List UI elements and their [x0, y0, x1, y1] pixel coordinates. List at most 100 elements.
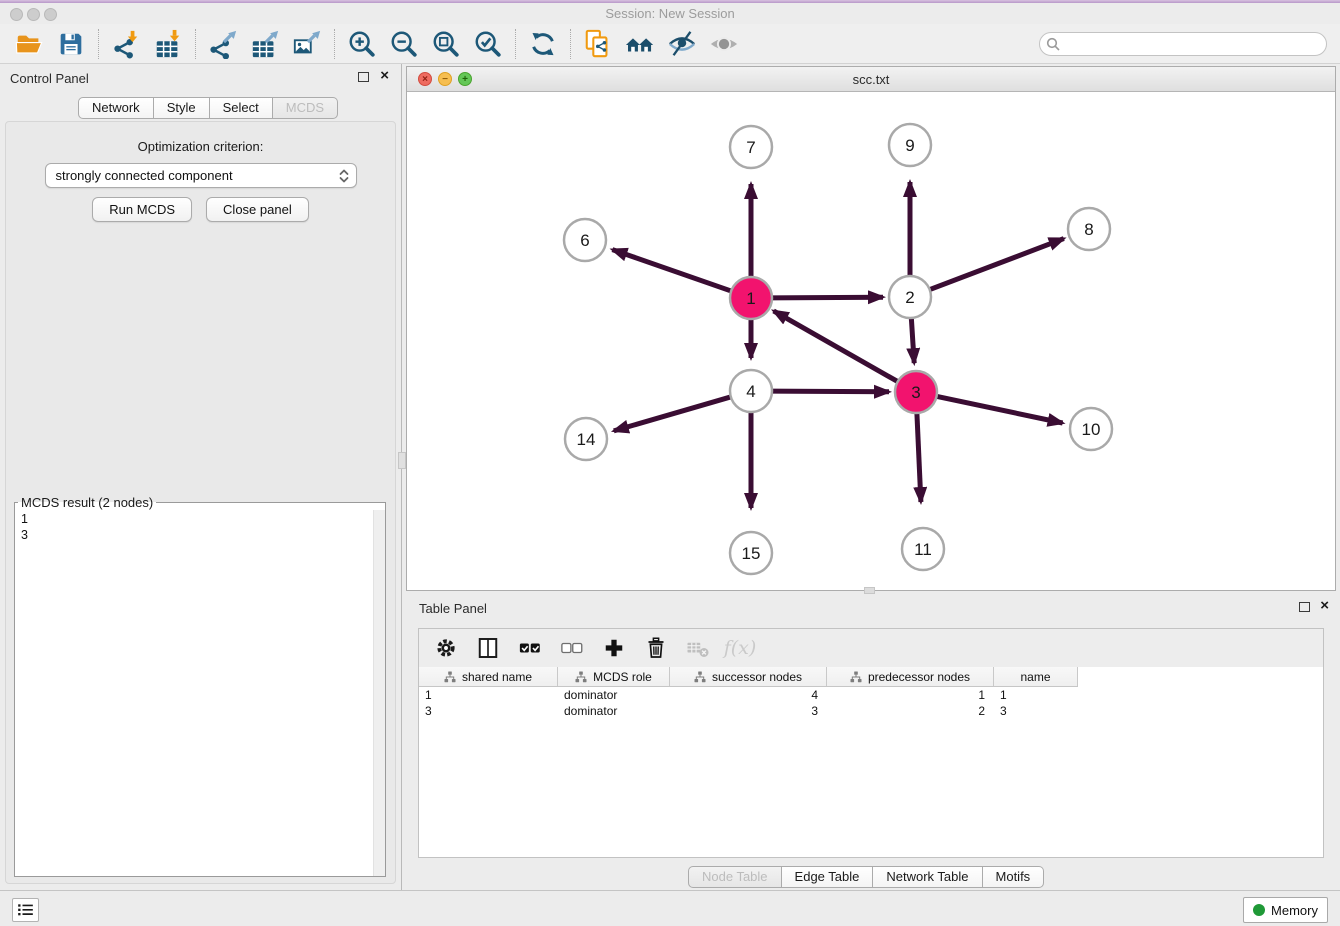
- import-network-button[interactable]: [105, 26, 147, 62]
- mcds-result-lines: 13: [15, 510, 373, 876]
- tab-node-table[interactable]: Node Table: [688, 866, 782, 888]
- close-panel-button[interactable]: Close panel: [206, 197, 309, 222]
- horizontal-splitter-grip[interactable]: [864, 587, 875, 594]
- zoom-selected-button[interactable]: [467, 26, 509, 62]
- graph-node-14[interactable]: 14: [565, 418, 607, 460]
- column-header-shared-name[interactable]: shared name: [419, 667, 558, 686]
- graph-node-1[interactable]: 1: [730, 277, 772, 319]
- graph-node-6[interactable]: 6: [564, 219, 606, 261]
- zoom-fit-button[interactable]: [425, 26, 467, 62]
- edge-2-to-3[interactable]: [911, 316, 914, 363]
- node-label: 2: [905, 288, 914, 307]
- show-panels-button[interactable]: [703, 26, 745, 62]
- edge-4-to-3[interactable]: [770, 391, 889, 392]
- node-label: 1: [746, 289, 755, 308]
- apply-layout-button[interactable]: [522, 26, 564, 62]
- table-header-row: shared name MCDS rolesuccessor nodesprede…: [419, 667, 1078, 687]
- mcds-result-box: MCDS result (2 nodes) 13: [14, 495, 386, 877]
- eye-slash-icon: [667, 29, 697, 59]
- zoom-out-icon: [389, 29, 419, 59]
- tab-mcds[interactable]: MCDS: [273, 97, 338, 119]
- show-home-button[interactable]: [619, 26, 661, 62]
- tab-edge-table[interactable]: Edge Table: [782, 866, 874, 888]
- result-line: 1: [21, 511, 367, 527]
- graph-node-3[interactable]: 3: [895, 371, 937, 413]
- column-header-label: name: [1020, 670, 1050, 684]
- graph-node-8[interactable]: 8: [1068, 208, 1110, 250]
- show-columns-button[interactable]: [473, 633, 503, 663]
- criterion-select[interactable]: strongly connected component: [45, 163, 357, 188]
- delete-table-button[interactable]: [683, 633, 713, 663]
- open-session-button[interactable]: [8, 26, 50, 62]
- function-builder-button[interactable]: f(x): [725, 633, 755, 663]
- trash-icon: [644, 636, 668, 660]
- folder-open-icon: [14, 29, 44, 59]
- edge-4-to-14[interactable]: [614, 396, 733, 431]
- graph-node-7[interactable]: 7: [730, 126, 772, 168]
- column-header-label: shared name: [462, 670, 532, 684]
- eye-icon: [709, 29, 739, 59]
- run-mcds-button[interactable]: Run MCDS: [92, 197, 192, 222]
- float-window-icon[interactable]: [1299, 602, 1310, 612]
- import-table-button[interactable]: [147, 26, 189, 62]
- edge-2-to-8[interactable]: [928, 239, 1064, 291]
- node-table-container: f(x) shared name MCDS rolesuccessor nodes…: [418, 628, 1324, 858]
- control-panel-tabs: NetworkStyleSelectMCDS: [78, 97, 338, 119]
- graph-node-2[interactable]: 2: [889, 276, 931, 318]
- column-header-predecessor-nodes[interactable]: predecessor nodes: [827, 667, 994, 686]
- edge-3-to-1[interactable]: [774, 311, 900, 383]
- export-table-button[interactable]: [244, 26, 286, 62]
- node-label: 6: [580, 231, 589, 250]
- table-delete-icon: [686, 636, 710, 660]
- hide-panels-button[interactable]: [661, 26, 703, 62]
- edge-1-to-2[interactable]: [770, 297, 883, 298]
- toolbar-separator: [570, 29, 571, 59]
- column-header-mcds-role[interactable]: MCDS role: [558, 667, 670, 686]
- tab-motifs[interactable]: Motifs: [983, 866, 1045, 888]
- column-header-name[interactable]: name: [994, 667, 1078, 686]
- edge-1-to-6[interactable]: [612, 250, 733, 292]
- close-icon[interactable]: ×: [1320, 597, 1329, 614]
- tab-select[interactable]: Select: [210, 97, 273, 119]
- graph-node-4[interactable]: 4: [730, 370, 772, 412]
- zoom-out-button[interactable]: [383, 26, 425, 62]
- clone-network-button[interactable]: [577, 26, 619, 62]
- zoom-in-button[interactable]: [341, 26, 383, 62]
- mcds-panel: Optimization criterion: strongly connect…: [5, 121, 396, 884]
- export-network-button[interactable]: [202, 26, 244, 62]
- graph-node-15[interactable]: 15: [730, 532, 772, 574]
- table-row[interactable]: 1dominator411: [419, 687, 1323, 703]
- graph-node-10[interactable]: 10: [1070, 408, 1112, 450]
- graph-node-11[interactable]: 11: [902, 528, 944, 570]
- unselect-all-columns-button[interactable]: [557, 633, 587, 663]
- zoom-fit-icon: [431, 29, 461, 59]
- memory-button[interactable]: Memory: [1243, 897, 1328, 923]
- table-toolbar: f(x): [419, 629, 1323, 667]
- search-input[interactable]: [1039, 32, 1327, 56]
- edge-3-to-10[interactable]: [935, 396, 1063, 423]
- table-settings-button[interactable]: [431, 633, 461, 663]
- table-panel: Table Panel × f(x) shared nameMCDS roles…: [405, 595, 1340, 890]
- close-icon[interactable]: ×: [380, 67, 389, 84]
- float-window-icon[interactable]: [358, 72, 369, 82]
- export-image-button[interactable]: [286, 26, 328, 62]
- gear-icon: [434, 636, 458, 660]
- create-column-button[interactable]: [599, 633, 629, 663]
- tab-network[interactable]: Network: [78, 97, 154, 119]
- tab-style[interactable]: Style: [154, 97, 210, 119]
- node-label: 3: [911, 383, 920, 402]
- edge-3-to-11[interactable]: [917, 411, 921, 502]
- task-history-button[interactable]: [12, 898, 39, 922]
- save-session-button[interactable]: [50, 26, 92, 62]
- network-window-titlebar[interactable]: × − + scc.txt: [407, 67, 1335, 92]
- graph-node-9[interactable]: 9: [889, 124, 931, 166]
- table-row[interactable]: 3dominator323: [419, 703, 1323, 719]
- result-scrollbar[interactable]: [373, 510, 385, 876]
- tab-network-table[interactable]: Network Table: [873, 866, 982, 888]
- vertical-splitter-grip[interactable]: [398, 452, 406, 469]
- select-all-columns-button[interactable]: [515, 633, 545, 663]
- delete-columns-button[interactable]: [641, 633, 671, 663]
- column-header-successor-nodes[interactable]: successor nodes: [670, 667, 827, 686]
- node-label: 8: [1084, 220, 1093, 239]
- network-canvas[interactable]: 7 9 6 8 1 2 4 3 14 10 15 11: [407, 92, 1335, 590]
